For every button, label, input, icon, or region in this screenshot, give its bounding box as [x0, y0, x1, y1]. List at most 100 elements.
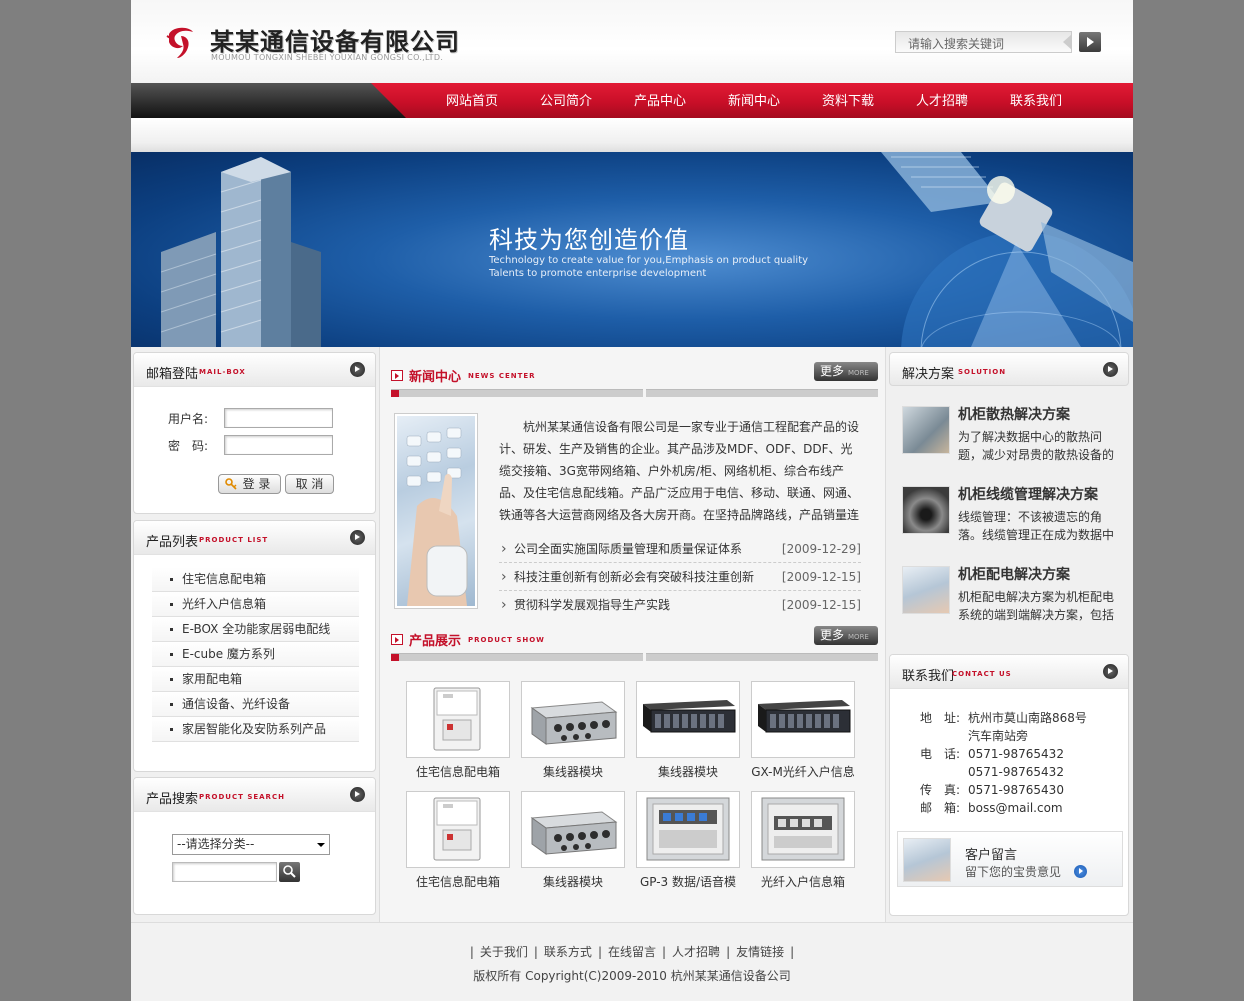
- news-item-title[interactable]: 公司全面实施国际质量管理和质量保证体系: [514, 538, 754, 560]
- solution-thumbnail: [902, 486, 950, 534]
- solution-title[interactable]: 机柜配电解决方案: [958, 564, 1070, 584]
- solution-desc: 为了解决数据中心的散热问题，减少对昂贵的散热设备的依赖: [958, 430, 1115, 462]
- news-item[interactable]: 贯彻科学发展观指导生产实践 [2009-12-15]: [499, 594, 861, 619]
- banner-subtitle-2: Talents to promote enterprise developmen…: [489, 268, 707, 279]
- news-more-en: MORE: [848, 369, 869, 377]
- solution-item[interactable]: 机柜线缆管理解决方案 线缆管理：不该被遗忘的角落。线缆管理正在成为数据中心: [902, 486, 1122, 556]
- chevron-down-icon: [317, 843, 325, 847]
- phone-keypad-image: [397, 416, 475, 606]
- arrow-icon: [350, 362, 365, 377]
- product-image[interactable]: [406, 681, 510, 758]
- product-search-button[interactable]: [279, 862, 300, 882]
- product-caption[interactable]: 住宅信息配电箱: [406, 763, 510, 780]
- footer-link-friends[interactable]: 友情链接: [736, 945, 784, 959]
- nav-item-contact[interactable]: 联系我们: [989, 83, 1083, 118]
- product-caption[interactable]: 光纤入户信息箱: [751, 873, 855, 890]
- products-more-en: MORE: [848, 633, 869, 641]
- product-caption[interactable]: 住宅信息配电箱: [406, 873, 510, 890]
- logo-icon[interactable]: [165, 24, 197, 60]
- username-input[interactable]: [224, 408, 333, 428]
- footer-link-message[interactable]: 在线留言: [608, 945, 656, 959]
- product-card[interactable]: 光纤入户信息箱: [751, 791, 855, 890]
- product-card[interactable]: GX-M光纤入户信息: [751, 681, 855, 780]
- solution-desc: 机柜配电解决方案为机柜配电系统的端到端解决方案，包括: [958, 590, 1115, 622]
- banner: 科技为您创造价值 Technology to create value for …: [131, 152, 1133, 347]
- nav-item-jobs[interactable]: 人才招聘: [895, 83, 989, 118]
- product-list-item[interactable]: 光纤入户信息箱: [152, 592, 359, 617]
- products-more-button[interactable]: 更多 MORE: [814, 626, 878, 645]
- sub-nav-bar: [131, 118, 1133, 153]
- contact-address: 地 址: 杭州市莫山南路868号: [920, 709, 1087, 727]
- contact-phone: 电 话: 0571-98765432: [920, 745, 1064, 763]
- solution-thumbnail: [902, 406, 950, 454]
- product-card[interactable]: 住宅信息配电箱: [406, 791, 510, 890]
- search-button[interactable]: [1079, 32, 1101, 52]
- product-search-input[interactable]: [172, 862, 277, 882]
- news-item-title[interactable]: 科技注重创新有创新必会有突破科技注重创新有: [514, 566, 754, 588]
- solution-title[interactable]: 机柜散热解决方案: [958, 404, 1070, 424]
- product-list-item[interactable]: E-cube 魔方系列: [152, 642, 359, 667]
- news-title-en: NEWS CENTER: [468, 372, 536, 380]
- product-card[interactable]: 集线器模块: [636, 681, 740, 780]
- nav-item-news[interactable]: 新闻中心: [707, 83, 801, 118]
- company-name: 某某通信设备有限公司: [210, 28, 460, 56]
- news-item-title[interactable]: 贯彻科学发展观指导生产实践: [514, 594, 754, 616]
- nav-item-home[interactable]: 网站首页: [425, 83, 519, 118]
- product-caption[interactable]: GP-3 数据/语音模: [636, 873, 740, 890]
- search-input[interactable]: 请输入搜索关键词: [895, 31, 1072, 53]
- contact-email: 邮 箱: boss@mail.com: [920, 799, 1063, 817]
- product-list-item[interactable]: 家用配电箱: [152, 667, 359, 692]
- footer: | 关于我们 | 联系方式 | 在线留言 | 人才招聘 | 友情链接 | 版权所有 Copyrigh…: [131, 922, 1133, 1001]
- section-divider: [391, 389, 878, 398]
- footer-link-contact[interactable]: 联系方式: [544, 945, 592, 959]
- page: 某某通信设备有限公司 MOUMOU TONGXIN SHEBEI YOUXIAN…: [131, 0, 1133, 1001]
- footer-link-about[interactable]: 关于我们: [480, 945, 528, 959]
- product-caption[interactable]: 集线器模块: [636, 763, 740, 780]
- product-caption[interactable]: 集线器模块: [521, 873, 625, 890]
- nav-item-about[interactable]: 公司简介: [519, 83, 613, 118]
- news-item[interactable]: 公司全面实施国际质量管理和质量保证体系 [2009-12-29]: [499, 538, 861, 563]
- company-name-en: MOUMOU TONGXIN SHEBEI YOUXIAN GONGSI CO.…: [211, 53, 444, 62]
- footer-link-jobs[interactable]: 人才招聘: [672, 945, 720, 959]
- product-image[interactable]: [751, 791, 855, 868]
- product-card[interactable]: 集线器模块: [521, 681, 625, 780]
- product-image[interactable]: [521, 681, 625, 758]
- product-image[interactable]: [406, 791, 510, 868]
- email-address[interactable]: boss@mail.com: [968, 801, 1063, 815]
- product-caption[interactable]: GX-M光纤入户信息: [751, 763, 855, 780]
- category-select[interactable]: --请选择分类--: [172, 834, 330, 855]
- password-input[interactable]: [224, 435, 333, 455]
- product-image[interactable]: [636, 791, 740, 868]
- product-list-title-en: PRODUCT LIST: [199, 536, 269, 544]
- product-image[interactable]: [521, 791, 625, 868]
- product-image[interactable]: [636, 681, 740, 758]
- product-caption[interactable]: 集线器模块: [521, 763, 625, 780]
- satellite-image: [881, 152, 1133, 347]
- product-list-item[interactable]: 通信设备、光纤设备: [152, 692, 359, 717]
- cancel-button[interactable]: 取 消: [285, 474, 334, 494]
- nav-items: 网站首页 公司简介 产品中心 新闻中心 资料下载 人才招聘 联系我们: [425, 83, 1083, 118]
- news-item[interactable]: 科技注重创新有创新必会有突破科技注重创新有 [2009-12-15]: [499, 566, 861, 591]
- solution-item[interactable]: 机柜散热解决方案 为了解决数据中心的散热问题，减少对昂贵的散热设备的依赖: [902, 406, 1122, 476]
- news-intro-text: 杭州某某通信设备有限公司是一家专业于通信工程配套产品的设计、研发、生产及销售的企…: [499, 420, 860, 522]
- product-search-header: 产品搜索 PRODUCT SEARCH: [134, 778, 375, 812]
- login-button[interactable]: 登 录: [218, 474, 281, 494]
- solution-title[interactable]: 机柜线缆管理解决方案: [958, 484, 1098, 504]
- product-list-item[interactable]: 家居智能化及安防系列产品: [152, 717, 359, 742]
- product-card[interactable]: 住宅信息配电箱: [406, 681, 510, 780]
- product-card[interactable]: 集线器模块: [521, 791, 625, 890]
- product-list-item[interactable]: E-BOX 全功能家居弱电配线: [152, 617, 359, 642]
- guestbook-button[interactable]: 客户留言 留下您的宝贵意见: [897, 831, 1123, 887]
- guestbook-thumbnail: [903, 838, 951, 882]
- nav-item-products[interactable]: 产品中心: [613, 83, 707, 118]
- product-list-item[interactable]: 住宅信息配电箱: [152, 567, 359, 592]
- arrow-icon: [1103, 664, 1118, 679]
- nav-item-downloads[interactable]: 资料下载: [801, 83, 895, 118]
- solution-item[interactable]: 机柜配电解决方案 机柜配电解决方案为机柜配电系统的端到端解决方案，包括: [902, 566, 1122, 636]
- products-title-en: PRODUCT SHOW: [468, 636, 545, 644]
- header: 某某通信设备有限公司 MOUMOU TONGXIN SHEBEI YOUXIAN…: [131, 0, 1133, 83]
- product-card[interactable]: GP-3 数据/语音模: [636, 791, 740, 890]
- mailbox-panel: 邮箱登陆 MAIL-BOX 用户名: 密 码: 登 录 取 消: [133, 352, 376, 514]
- product-image[interactable]: [751, 681, 855, 758]
- news-more-button[interactable]: 更多 MORE: [814, 362, 878, 381]
